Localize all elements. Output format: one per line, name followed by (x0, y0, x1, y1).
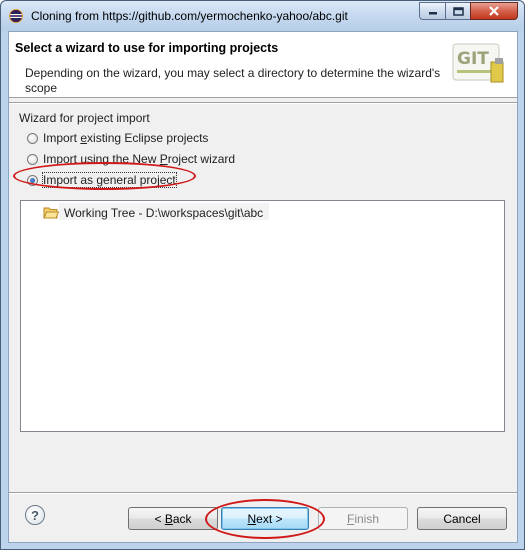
radio-import-existing[interactable]: Import existing Eclipse projects (27, 130, 208, 146)
header-separator (9, 102, 517, 104)
maximize-icon (452, 6, 464, 16)
close-button[interactable] (470, 2, 518, 20)
cancel-button[interactable]: Cancel (417, 507, 507, 530)
minimize-icon (428, 12, 437, 15)
dialog-content: Select a wizard to use for importing pro… (8, 31, 518, 543)
help-button[interactable]: ? (25, 505, 45, 525)
radio-button[interactable] (27, 132, 38, 144)
radio-label: Import existing Eclipse projects (43, 131, 209, 145)
minimize-button[interactable] (419, 2, 446, 20)
wizard-header: Select a wizard to use for importing pro… (9, 32, 517, 98)
tree-item-working-tree[interactable]: Working Tree - D:\workspaces\git\abc (43, 205, 263, 221)
wizard-window: Cloning from https://github.com/yermoche… (0, 0, 525, 550)
radio-button[interactable] (27, 153, 38, 165)
page-title: Select a wizard to use for importing pro… (15, 41, 279, 55)
svg-text:GIT: GIT (457, 49, 489, 69)
folder-open-icon (43, 207, 59, 219)
maximize-button[interactable] (445, 2, 471, 20)
eclipse-icon (9, 9, 23, 23)
finish-button[interactable]: Finish (318, 507, 408, 530)
close-icon (489, 6, 499, 16)
window-title: Cloning from https://github.com/yermoche… (31, 9, 348, 23)
help-icon: ? (31, 507, 39, 523)
annotation-ellipse-general-project (13, 162, 196, 190)
title-bar[interactable]: Cloning from https://github.com/yermoche… (1, 1, 524, 31)
annotation-ellipse-next (205, 499, 325, 539)
tree-item-label: Working Tree - D:\workspaces\git\abc (64, 206, 264, 220)
footer-separator (9, 492, 517, 494)
git-logo: GIT (452, 43, 504, 83)
page-description: Depending on the wizard, you may select … (25, 66, 441, 95)
project-tree[interactable]: Working Tree - D:\workspaces\git\abc (20, 200, 505, 432)
wizard-group-label: Wizard for project import (19, 111, 150, 125)
